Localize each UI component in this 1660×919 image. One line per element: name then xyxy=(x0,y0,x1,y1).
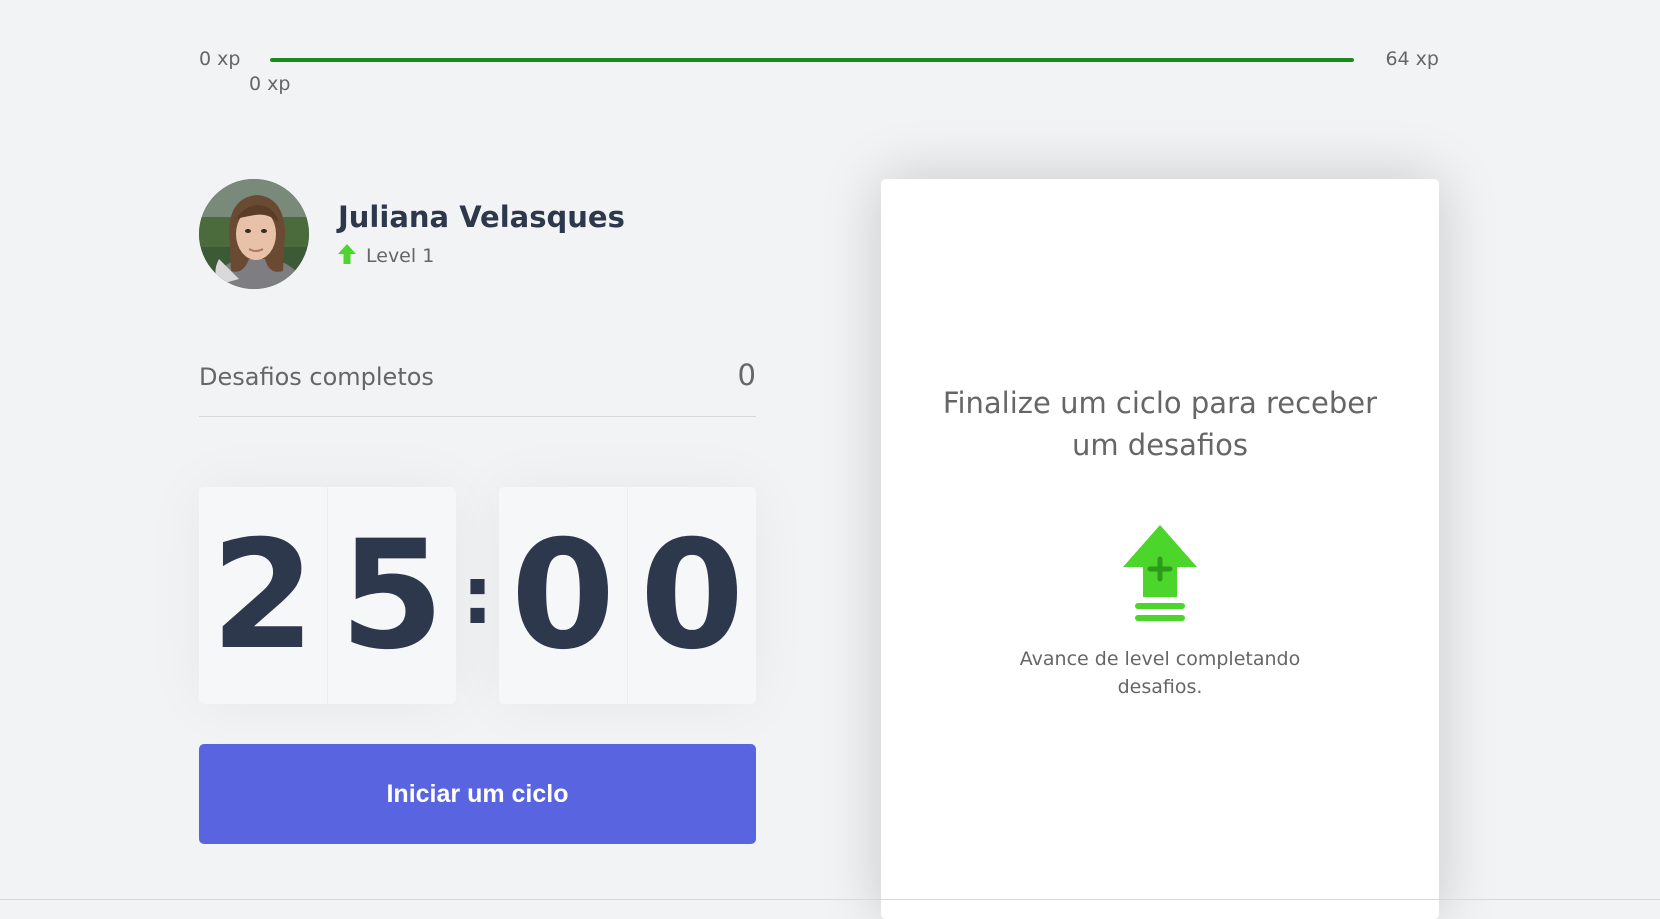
level-row: Level 1 xyxy=(338,244,625,268)
challenge-card: Finalize um ciclo para receber um desafi… xyxy=(881,179,1439,919)
second-digit-ones: 0 xyxy=(639,508,745,683)
xp-min-label: 0 xp xyxy=(199,48,241,70)
time-separator: : xyxy=(461,549,494,642)
minutes-box: 2 5 xyxy=(199,487,456,704)
experience-bar: 0 xp 64 xp xyxy=(199,48,1439,72)
challenges-count: 0 xyxy=(737,358,756,392)
card-title: Finalize um ciclo para receber um desafi… xyxy=(942,386,1378,462)
completed-challenges: Desafios completos 0 xyxy=(199,355,756,417)
level-up-icon xyxy=(1121,525,1199,627)
level-label: Level 1 xyxy=(366,245,435,267)
card-description: Avance de level completando desafios. xyxy=(1019,648,1301,698)
countdown-timer: 2 5 : 0 0 xyxy=(199,487,756,704)
seconds-box: 0 0 xyxy=(499,487,756,704)
minute-digit-ones: 5 xyxy=(339,508,445,683)
xp-fill xyxy=(270,58,1354,62)
avatar xyxy=(199,179,309,289)
xp-track xyxy=(270,58,1354,62)
user-name: Juliana Velasques xyxy=(338,200,625,234)
second-digit-tens: 0 xyxy=(499,487,628,704)
xp-current-label: 0 xp xyxy=(249,73,291,95)
level-up-arrow-icon xyxy=(338,244,356,268)
challenges-label: Desafios completos xyxy=(199,363,434,391)
profile: Juliana Velasques Level 1 xyxy=(199,179,625,289)
minute-digit-tens: 2 xyxy=(199,487,328,704)
start-cycle-button[interactable]: Iniciar um ciclo xyxy=(199,744,756,844)
xp-max-label: 64 xp xyxy=(1385,48,1439,70)
